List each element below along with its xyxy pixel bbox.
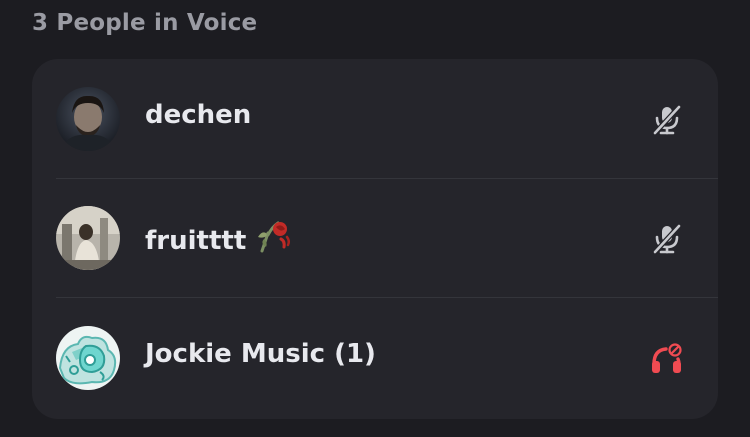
muted-mic-icon[interactable] bbox=[650, 222, 684, 256]
avatar[interactable] bbox=[56, 87, 120, 151]
member-name-text: fruitttt bbox=[145, 226, 247, 256]
voice-member-row-jockie-music[interactable]: Jockie Music (1) bbox=[32, 298, 718, 417]
deafened-headphones-icon[interactable] bbox=[650, 342, 684, 376]
wilted-rose-icon bbox=[254, 219, 292, 260]
voice-member-row-fruitttt[interactable]: fruitttt bbox=[32, 178, 718, 297]
avatar[interactable] bbox=[56, 206, 120, 270]
voice-people-count: 3 People in Voice bbox=[32, 10, 258, 36]
muted-mic-icon[interactable] bbox=[650, 103, 684, 137]
voice-members-card: dechen fruitttt Jockie Music (1) bbox=[32, 59, 718, 419]
voice-member-row-dechen[interactable]: dechen bbox=[32, 59, 718, 178]
member-name: dechen bbox=[145, 100, 252, 130]
avatar[interactable] bbox=[56, 326, 120, 390]
member-name: Jockie Music (1) bbox=[145, 339, 376, 369]
member-name: fruitttt bbox=[145, 219, 292, 260]
